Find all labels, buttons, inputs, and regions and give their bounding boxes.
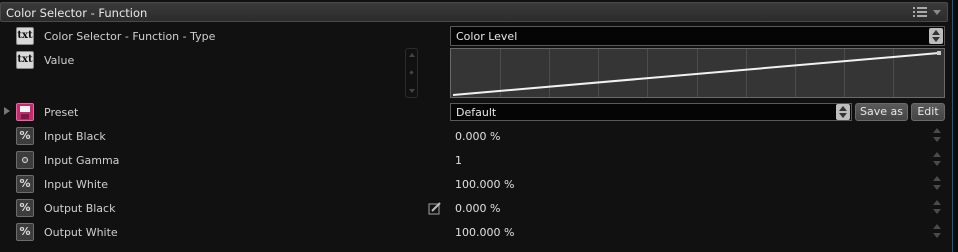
edit-button[interactable]: Edit [911, 103, 945, 121]
function-panel: Color Selector - Function txt Color Sele… [0, 0, 952, 252]
preset-icon [16, 103, 34, 121]
input-gamma-label: Input Gamma [44, 154, 120, 167]
panel-title: Color Selector - Function [6, 6, 148, 20]
output-white-stepper-icon[interactable] [932, 223, 942, 241]
dropdown-spinner-icon[interactable] [836, 104, 850, 120]
save-as-button[interactable]: Save as [855, 103, 908, 121]
curve-scroller[interactable] [405, 48, 418, 98]
percent-icon: % [16, 223, 34, 241]
output-white-label: Output White [44, 226, 118, 239]
type-label: Color Selector - Function - Type [44, 30, 216, 43]
list-menu-icon[interactable] [913, 6, 927, 18]
panel-header[interactable]: Color Selector - Function [0, 2, 948, 22]
preset-value: Default [456, 106, 497, 119]
percent-icon: % [16, 127, 34, 145]
input-white-label: Input White [44, 178, 108, 191]
curve-graph [452, 49, 941, 97]
curve-line [452, 52, 940, 96]
type-value: Color Level [456, 30, 518, 43]
preset-label: Preset [44, 106, 79, 119]
value-label: Value [44, 54, 75, 67]
output-black-value[interactable]: 0.000 % [455, 202, 500, 215]
curve-editor[interactable] [450, 48, 945, 98]
panel-edge [952, 0, 958, 252]
input-gamma-stepper-icon[interactable] [932, 151, 942, 169]
expand-arrow-icon[interactable] [4, 107, 10, 115]
gamma-icon [16, 151, 34, 169]
input-gamma-value[interactable]: 1 [455, 154, 462, 167]
output-black-label: Output Black [44, 202, 116, 215]
dropdown-spinner-icon[interactable] [929, 28, 943, 44]
txt-icon: txt [16, 51, 34, 69]
preset-dropdown[interactable]: Default [450, 103, 852, 121]
input-black-label: Input Black [44, 130, 106, 143]
edit-pencil-icon[interactable] [428, 201, 442, 215]
input-white-value[interactable]: 100.000 % [455, 178, 514, 191]
collapse-caret-icon[interactable] [933, 10, 941, 15]
curve-end-handle [937, 51, 941, 55]
output-white-value[interactable]: 100.000 % [455, 226, 514, 239]
scroll-center-icon [409, 70, 414, 75]
type-dropdown[interactable]: Color Level [450, 26, 945, 46]
scroll-up-icon[interactable] [409, 53, 415, 57]
percent-icon: % [16, 199, 34, 217]
txt-icon: txt [16, 27, 34, 45]
output-black-stepper-icon[interactable] [932, 199, 942, 217]
input-black-stepper-icon[interactable] [932, 127, 942, 145]
scroll-down-icon[interactable] [409, 89, 415, 93]
percent-icon: % [16, 175, 34, 193]
input-black-value[interactable]: 0.000 % [455, 130, 500, 143]
input-white-stepper-icon[interactable] [932, 175, 942, 193]
